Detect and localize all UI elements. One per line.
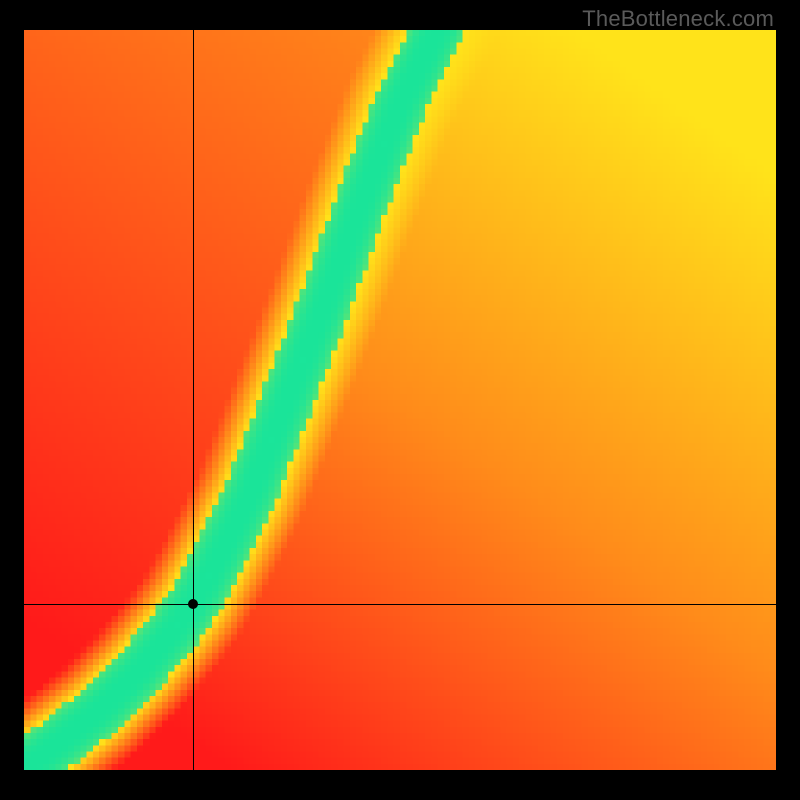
chart-frame: TheBottleneck.com [0, 0, 800, 800]
crosshair-horizontal [24, 604, 776, 605]
heatmap-plot [24, 30, 776, 770]
marker-dot [188, 599, 198, 609]
crosshair-vertical [193, 30, 194, 770]
watermark-text: TheBottleneck.com [582, 6, 774, 32]
heatmap-canvas [24, 30, 776, 770]
